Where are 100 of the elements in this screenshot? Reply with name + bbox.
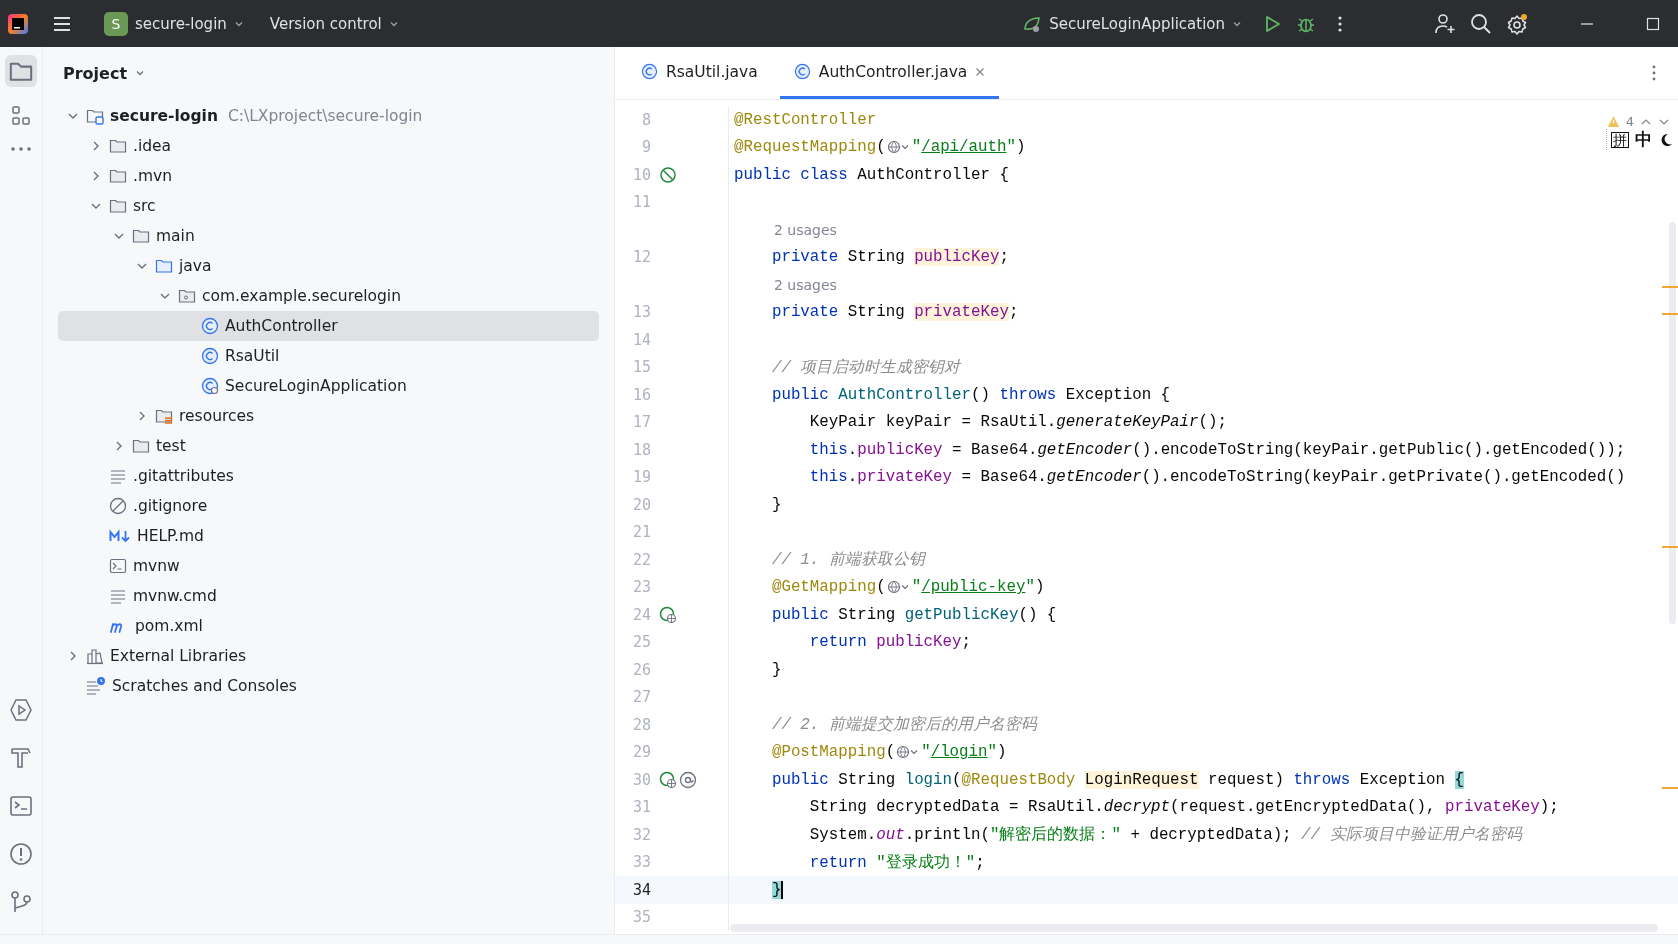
class-icon (641, 63, 658, 80)
line-number: 33 (631, 853, 651, 872)
line-number: 25 (631, 633, 651, 652)
line-number: 26 (631, 660, 651, 679)
code-text: } (770, 495, 782, 514)
search-icon[interactable] (1470, 12, 1492, 35)
tree-item-label: main (156, 227, 195, 245)
tree-item-label: External Libraries (110, 647, 247, 665)
project-view-selector[interactable]: Project (57, 62, 152, 84)
text-file-icon (109, 587, 127, 605)
usage-hint[interactable]: 2 usages (734, 276, 837, 293)
tree-item[interactable]: .mvn (58, 161, 599, 191)
tree-item-label: secure-login (110, 107, 218, 125)
code-text: @RestController (734, 110, 877, 129)
line-number: 31 (631, 798, 651, 817)
services-icon[interactable] (9, 698, 33, 722)
bean-icon[interactable] (659, 165, 677, 184)
line-number: 19 (631, 468, 651, 487)
terminal-icon[interactable] (9, 794, 33, 818)
editor-tab[interactable]: AuthController.java (779, 47, 1000, 99)
at-sign-icon[interactable] (679, 770, 697, 789)
class-icon (201, 317, 219, 335)
tree-item[interactable]: .idea (58, 131, 599, 161)
code-text: return "登录成功！"; (808, 852, 985, 873)
tree-item[interactable]: src (58, 191, 599, 221)
code-text: this.publicKey = Base64.getEncoder().encodeToString(keyPair.getPublic().getEncoded()); (808, 440, 1626, 459)
tree-item[interactable]: mvnw (58, 551, 599, 581)
title-bar-workspace-menu[interactable]: S secure-login (98, 7, 250, 40)
tree-item[interactable]: resources (58, 401, 599, 431)
line-number: 15 (631, 358, 651, 377)
close-icon[interactable] (975, 66, 986, 77)
globe-icon[interactable] (886, 580, 911, 595)
git-branch-icon[interactable] (9, 890, 33, 914)
structure-icon[interactable] (10, 105, 32, 127)
tree-item[interactable]: AuthController (58, 311, 599, 341)
tree-item[interactable]: .gitignore (58, 491, 599, 521)
usage-hint[interactable]: 2 usages (734, 221, 837, 238)
tree-item[interactable]: secure-login C:\LXproject\secure-login (58, 101, 599, 131)
tree-item-label: resources (179, 407, 255, 425)
version-control-menu[interactable]: Version control (263, 10, 405, 37)
line-number: 23 (631, 578, 651, 597)
tree-item-label: java (179, 257, 212, 275)
line-number: 8 (640, 110, 651, 129)
tree-item[interactable]: test (58, 431, 599, 461)
editor-tab[interactable]: RsaUtil.java (627, 47, 772, 99)
class-icon (201, 347, 219, 365)
add-user-icon[interactable] (1434, 12, 1456, 35)
more-icon[interactable] (10, 145, 32, 153)
tree-item-label: HELP.md (137, 527, 204, 545)
line-number: 27 (631, 688, 651, 707)
scratches-icon (86, 677, 106, 695)
code-text: this.privateKey = Base64.getEncoder().encodeToString(keyPair.getPrivate().getEncoded() (808, 468, 1626, 487)
project-name: secure-login (135, 14, 227, 33)
run-configuration-label: SecureLoginApplication (1049, 14, 1225, 33)
tree-item[interactable]: RsaUtil (58, 341, 599, 371)
tree-item-label: .gitignore (133, 497, 208, 515)
tree-item[interactable]: pom.xml (58, 611, 599, 641)
chevron-down-icon (135, 68, 146, 78)
tree-item[interactable]: main (58, 221, 599, 251)
line-number: 17 (631, 413, 651, 432)
line-number: 32 (631, 825, 651, 844)
hammer-icon[interactable] (9, 746, 33, 770)
tree-item[interactable]: Scratches and Consoles (58, 671, 599, 701)
line-number: 9 (640, 138, 651, 157)
tree-item[interactable]: HELP.md (58, 521, 599, 551)
version-control-label: Version control (269, 14, 382, 33)
line-number: 21 (631, 523, 651, 542)
settings-icon[interactable] (1506, 12, 1528, 35)
tree-item[interactable]: External Libraries (58, 641, 599, 671)
project-badge: S (104, 11, 128, 36)
tree-item[interactable]: mvnw.cmd (58, 581, 599, 611)
tree-item-label: RsaUtil (225, 347, 280, 365)
ime-mode-button[interactable]: 拼 (1611, 131, 1629, 148)
warning-count[interactable]: 4 (1625, 114, 1634, 129)
problems-icon[interactable] (9, 842, 33, 866)
app-logo-icon[interactable] (8, 13, 28, 34)
class-icon (793, 63, 811, 80)
maximize-icon[interactable] (1646, 16, 1660, 31)
tree-item[interactable]: SecureLoginApplication (58, 371, 599, 401)
tree-item[interactable]: java (58, 251, 599, 281)
endpoint-icon[interactable] (659, 770, 677, 789)
ime-mode-button[interactable]: 中 (1635, 131, 1652, 148)
code-text: public AuthController() throws Exception { (770, 385, 1171, 404)
globe-icon[interactable] (886, 140, 911, 155)
more-icon[interactable] (1652, 65, 1656, 81)
tree-item-label: mvnw.cmd (133, 587, 217, 605)
code-text: String decryptedData = RsaUtil.decrypt(request.getEncryptedData(), privateKey); (808, 798, 1559, 817)
folder-icon (132, 437, 150, 455)
run-configuration-selector[interactable]: SecureLoginApplication (1016, 9, 1248, 38)
folder-icon (109, 137, 127, 155)
endpoint-icon[interactable] (659, 605, 677, 624)
terminal-file-icon (109, 557, 127, 575)
tree-item[interactable]: com.example.securelogin (58, 281, 599, 311)
scrollbar[interactable] (1669, 222, 1676, 624)
line-number: 18 (631, 440, 651, 459)
tree-item[interactable]: .gitattributes (58, 461, 599, 491)
tree-item-label: SecureLoginApplication (225, 377, 407, 395)
line-number: 30 (631, 770, 651, 789)
code-text: "/login") (921, 743, 1007, 762)
folder-icon[interactable] (5, 55, 37, 87)
